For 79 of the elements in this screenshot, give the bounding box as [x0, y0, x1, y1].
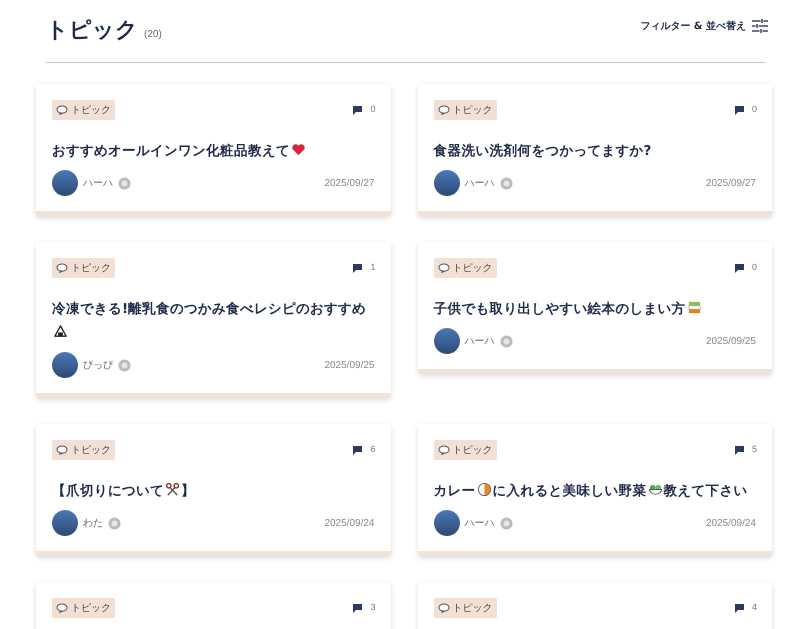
topic-title[interactable]: おすすめオールインワン化粧品教えて: [52, 139, 374, 163]
comment-count: 6: [370, 443, 376, 456]
comment-icon: [734, 106, 744, 114]
author-name: ハーハ: [464, 176, 494, 190]
topic-card[interactable]: トピック 0 おすすめオールインワン化粧品教えて ハーハ 2025/09/27: [36, 84, 390, 216]
comment-count: 1: [370, 261, 376, 274]
rank-badge-icon: [500, 334, 512, 348]
topic-tag: トピック: [52, 100, 115, 120]
comment-icon: [353, 264, 362, 272]
speech-bubble-icon: [56, 603, 68, 613]
avatar-photo-placeholder: [434, 170, 460, 196]
books-icon: [686, 300, 702, 315]
topic-tag: トピック: [52, 440, 115, 460]
post-date: 2025/09/25: [706, 334, 756, 348]
topic-tag: トピック: [434, 440, 496, 460]
speech-bubble-icon: [56, 263, 68, 273]
speech-bubble-icon: [56, 445, 68, 455]
author-name: ハーハ: [464, 516, 494, 530]
sliders-icon: [752, 19, 768, 33]
topic-card[interactable]: トピック 6 【爪切りについて 】 わた 2025/09/24: [36, 424, 390, 556]
rank-badge-icon: [118, 358, 131, 372]
topic-card[interactable]: トピック 0 食器洗い洗剤何をつかってますか? ハーハ 2025/09/27: [418, 84, 772, 216]
post-date: 2025/09/24: [706, 516, 756, 530]
page-title: トピック: [46, 17, 138, 45]
topic-tag: トピック: [52, 598, 115, 618]
rank-badge-icon: [500, 516, 512, 530]
topic-count: (20): [144, 28, 162, 42]
topic-tag: トピック: [52, 258, 115, 278]
topic-tag: トピック: [434, 258, 496, 278]
avatar-photo-placeholder: [52, 170, 78, 196]
speech-bubble-icon: [438, 105, 450, 115]
topic-card[interactable]: トピック 1 冷凍できる!離乳食のつかみ食べレシピのおすすめ ぴっぴ 2025/09/25: [36, 242, 390, 398]
comment-icon: [353, 446, 362, 454]
topic-title[interactable]: 食器洗い洗剤何をつかってますか?: [434, 139, 756, 163]
comment-icon: [353, 604, 362, 612]
speech-bubble-icon: [438, 603, 450, 613]
topic-card[interactable]: トピック 4: [418, 582, 772, 629]
comment-count: 0: [370, 103, 376, 116]
post-date: 2025/09/27: [324, 176, 374, 190]
comment-count: 0: [752, 261, 757, 274]
comment-icon: [734, 264, 744, 272]
salad-icon: [648, 482, 662, 497]
rank-badge-icon: [108, 516, 121, 530]
avatar-photo-placeholder: [52, 352, 78, 378]
heart-icon: [291, 142, 306, 157]
topic-card[interactable]: トピック 0 子供でも取り出しやすい絵本のしまい方 ハーハ 2025/09/25: [418, 242, 772, 374]
author-name: ハーハ: [83, 176, 113, 190]
topic-tag: トピック: [434, 598, 496, 618]
scissors-icon: [165, 482, 180, 497]
topic-title[interactable]: 子供でも取り出しやすい絵本のしまい方: [434, 297, 756, 321]
comment-icon: [734, 446, 744, 454]
comment-count: 4: [752, 601, 757, 614]
topic-card[interactable]: トピック 3: [36, 582, 390, 629]
author-name: ハーハ: [464, 334, 494, 348]
author-name: ぴっぴ: [83, 358, 113, 372]
curry-icon: [476, 482, 492, 497]
speech-bubble-icon: [56, 105, 68, 115]
comment-count: 3: [370, 601, 376, 614]
post-date: 2025/09/27: [706, 176, 756, 190]
avatar-photo-placeholder: [52, 510, 78, 536]
speech-bubble-icon: [438, 445, 450, 455]
topic-title[interactable]: 冷凍できる!離乳食のつかみ食べレシピのおすすめ: [52, 297, 374, 345]
post-date: 2025/09/24: [324, 516, 374, 530]
author-name: わた: [83, 516, 103, 530]
topic-title[interactable]: 【爪切りについて 】: [52, 479, 374, 503]
post-date: 2025/09/25: [324, 358, 374, 372]
rank-badge-icon: [500, 176, 512, 190]
topic-tag: トピック: [434, 100, 496, 120]
comment-icon: [353, 106, 362, 114]
comment-count: 0: [752, 103, 757, 116]
comment-icon: [734, 604, 744, 612]
topic-title[interactable]: カレー に入れると美味しい野菜 教えて下さい: [434, 479, 756, 503]
comment-count: 5: [752, 443, 757, 456]
rank-badge-icon: [118, 176, 131, 190]
filter-sort-button[interactable]: フィルター & 並べ替え: [640, 18, 768, 34]
avatar-photo-placeholder: [434, 510, 460, 536]
topic-card[interactable]: トピック 5 カレー に入れると美味しい野菜 教えて下さい ハーハ 2025/09/24: [418, 424, 772, 556]
speech-bubble-icon: [438, 263, 450, 273]
avatar-photo-placeholder: [434, 328, 460, 354]
